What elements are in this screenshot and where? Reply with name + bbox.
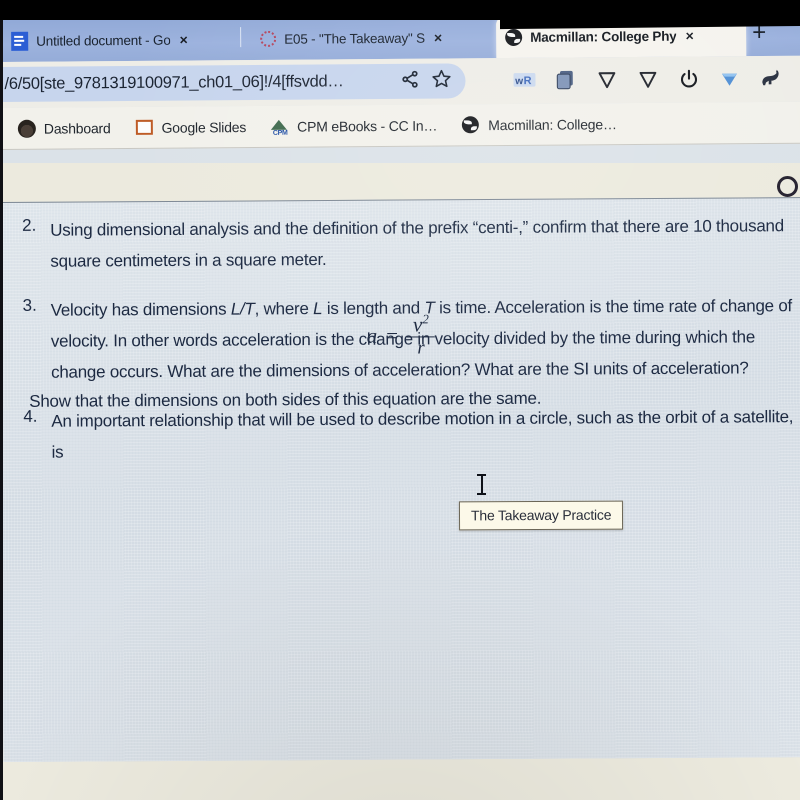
question-text: Using dimensional analysis and the defin… (50, 216, 784, 271)
toolbar-row: /6/50[ste_9781319100971_ch01_06]!/4[ffsv… (0, 55, 800, 108)
tab-close-button[interactable]: × (178, 32, 190, 48)
extensions-bar: w R (512, 60, 782, 98)
bookmark-google-slides[interactable]: Google Slides (134, 117, 246, 137)
macmillan-globe-icon (504, 27, 523, 46)
star-icon[interactable] (431, 68, 451, 93)
svg-text:w: w (514, 76, 523, 87)
url-text[interactable]: /6/50[ste_9781319100971_ch01_06]!/4[ffsv… (4, 72, 388, 94)
text-cursor-ibeam (477, 474, 486, 495)
power-extension-icon[interactable] (676, 67, 700, 91)
screen-bezel-left (0, 20, 3, 800)
question-number: 3. (22, 295, 37, 315)
bookmark-dashboard[interactable]: Dashboard (17, 118, 111, 138)
tab-title: Macmillan: College Phy (530, 28, 677, 45)
variable-L-over-T: L/T (230, 299, 255, 319)
tab-close-button[interactable]: × (683, 28, 695, 44)
svg-text:R: R (524, 75, 532, 87)
cpm-icon: CPM (270, 117, 289, 137)
cat-extension-icon[interactable] (758, 66, 782, 90)
question-item: 2. Using dimensional analysis and the de… (22, 210, 800, 277)
browser-screenshot-photo: Untitled document - Go × E05 - "The Take… (0, 0, 800, 800)
browser-chrome: Untitled document - Go × E05 - "The Take… (0, 11, 800, 168)
text-run: , where (254, 299, 314, 319)
question-number: 2. (22, 215, 37, 235)
question-number: 4. (23, 406, 38, 426)
share-icon[interactable] (400, 69, 419, 93)
reader-content: 2. Using dimensional analysis and the de… (0, 197, 800, 762)
variable-L: L (313, 299, 323, 319)
question-text: Velocity has dimensions L/T, where L is … (51, 290, 800, 388)
google-docs-icon (10, 31, 29, 51)
text-run: Velocity has dimensions (50, 299, 231, 320)
shield-extension-icon[interactable] (594, 67, 618, 91)
dashboard-icon (17, 119, 36, 138)
bookmark-macmillan[interactable]: Macmillan: College… (461, 114, 617, 134)
tab-e05-takeaway[interactable]: E05 - "The Takeaway" S × (250, 16, 482, 60)
google-slides-icon (134, 118, 153, 137)
bookmark-label: Google Slides (161, 118, 247, 136)
tab-title: Untitled document - Go (36, 32, 171, 49)
question-list: 2. Using dimensional analysis and the de… (22, 210, 800, 472)
wr-grammar-extension-icon[interactable]: w R (512, 68, 536, 92)
copy-stack-extension-icon[interactable] (553, 67, 577, 91)
bookmark-label: Macmillan: College… (488, 115, 617, 133)
text-run: is length and (322, 298, 425, 319)
bookmark-cpm-ebooks[interactable]: CPM CPM eBooks - CC In… (270, 116, 438, 137)
loading-spinner-icon (258, 29, 277, 48)
tab-untitled-document[interactable]: Untitled document - Go × (2, 18, 230, 62)
tooltip-the-takeaway-practice: The Takeaway Practice (458, 500, 624, 531)
ebook-reader-page: 2. Using dimensional analysis and the de… (0, 163, 800, 800)
tab-close-button[interactable]: × (432, 30, 444, 46)
macmillan-globe-icon (461, 115, 480, 134)
address-bar[interactable]: /6/50[ste_9781319100971_ch01_06]!/4[ffsv… (0, 63, 466, 103)
tab-title: E05 - "The Takeaway" S (284, 30, 425, 47)
bookmarks-bar: Dashboard Google Slides CPM CPM eBooks -… (0, 101, 800, 150)
diamond-extension-icon[interactable] (717, 66, 741, 90)
shield-outline-extension-icon[interactable] (635, 67, 659, 91)
search-icon[interactable] (777, 176, 798, 197)
question-item: 3. Velocity has dimensions L/T, where L … (23, 290, 800, 388)
question-text: An important relationship that will be u… (51, 407, 794, 462)
variable-T: T (424, 298, 435, 318)
bookmark-label: Dashboard (43, 119, 111, 137)
tab-separator (240, 27, 242, 48)
screen-bezel-top-right (500, 0, 800, 30)
question-item: 4. An important relationship that will b… (23, 401, 800, 468)
bookmark-label: CPM eBooks - CC In… (297, 117, 438, 135)
